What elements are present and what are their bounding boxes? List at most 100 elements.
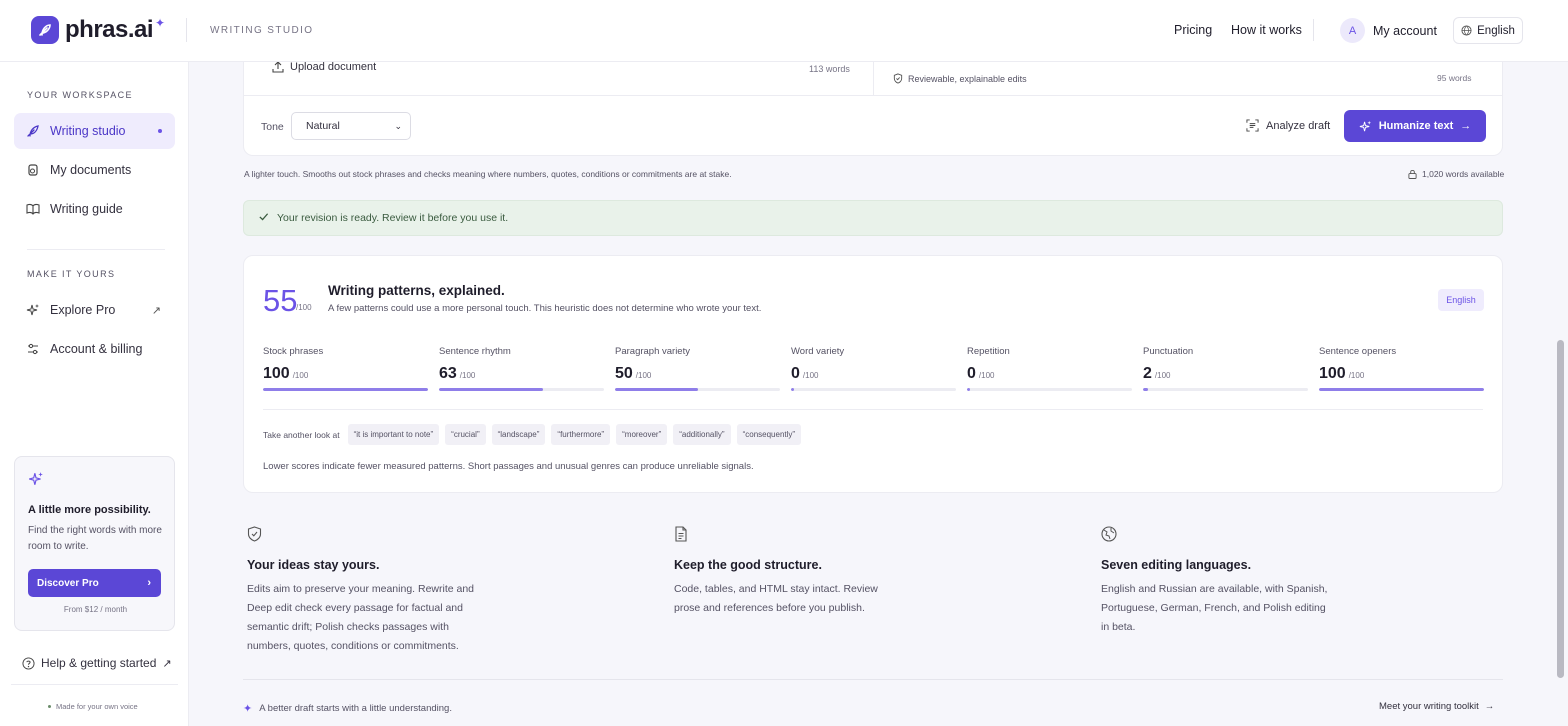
tone-select[interactable]: Natural ⌄ <box>291 112 411 140</box>
reviewable-label: Reviewable, explainable edits <box>908 73 1027 84</box>
sidebar-item-label: Account & billing <box>50 342 143 356</box>
metric-bar-fill <box>263 388 428 391</box>
sidebar-item-label: Writing studio <box>50 124 126 138</box>
phrase-chip[interactable]: “moreover” <box>616 424 668 445</box>
metric-bar <box>967 388 1132 391</box>
phrase-chip[interactable]: “landscape” <box>491 424 546 445</box>
phrase-suggestions: Take another look at “it is important to… <box>263 424 802 445</box>
documents-icon <box>26 163 40 177</box>
metric-bar-fill <box>615 388 698 391</box>
feature-languages: Seven editing languages. English and Rus… <box>1101 526 1361 637</box>
metric-bar-fill <box>439 388 543 391</box>
account-menu[interactable]: A My account <box>1340 18 1437 43</box>
metric-stock-phrases: Stock phrases 100/100 <box>263 346 428 391</box>
metric-value: 0 <box>967 365 976 382</box>
logo[interactable]: phras.ai ✦ <box>31 16 165 44</box>
phrase-chip[interactable]: “it is important to note” <box>347 424 440 445</box>
metric-name: Word variety <box>791 346 845 357</box>
metric-max: /100 <box>978 371 995 380</box>
output-word-count: 95 words <box>1437 73 1472 83</box>
sidebar-item-explore-pro[interactable]: Explore Pro ↗ <box>14 292 175 328</box>
sidebar-item-writing-guide[interactable]: Writing guide <box>14 191 175 227</box>
metric-bar <box>1319 388 1484 391</box>
language-badge: English <box>1438 289 1484 311</box>
sidebar-footer: Made for your own voice <box>48 702 138 711</box>
sidebar-divider <box>27 249 165 250</box>
metric-bar-fill <box>1143 388 1148 391</box>
sidebar-item-my-documents[interactable]: My documents <box>14 152 175 188</box>
discover-pro-button[interactable]: Discover Pro › <box>28 569 161 597</box>
section-label: WRITING STUDIO <box>210 25 314 36</box>
metric-value: 63 <box>439 365 457 382</box>
arrow-right-icon: → <box>1460 120 1472 132</box>
metric-max: /100 <box>802 371 819 380</box>
sidebar-divider <box>11 684 178 685</box>
check-icon <box>258 211 269 225</box>
globe-icon <box>1461 25 1472 36</box>
sparkle-icon: ✦ <box>243 703 253 715</box>
phrase-chip[interactable]: “additionally” <box>673 424 731 445</box>
feature-title: Keep the good structure. <box>674 558 822 572</box>
nav-how-it-works-link[interactable]: How it works <box>1231 23 1302 37</box>
tone-value: Natural <box>306 120 340 132</box>
language-selector[interactable]: English <box>1453 17 1523 44</box>
active-indicator <box>158 129 162 133</box>
metric-bar-fill <box>1319 388 1484 391</box>
account-label: My account <box>1373 23 1437 38</box>
phrase-chip[interactable]: “crucial” <box>445 424 486 445</box>
patterns-note: Lower scores indicate fewer measured pat… <box>263 461 754 472</box>
feather-icon <box>26 124 40 138</box>
writing-patterns-card: 55 /100 Writing patterns, explained. A f… <box>243 255 1503 493</box>
patterns-subtitle: A few patterns could use a more personal… <box>328 303 762 314</box>
feature-ideas: Your ideas stay yours. Edits aim to pres… <box>247 526 507 656</box>
patterns-divider <box>263 409 1483 410</box>
language-label: English <box>1477 24 1515 37</box>
sidebar-item-account-billing[interactable]: Account & billing <box>14 331 175 367</box>
overall-score: 55 <box>263 283 298 318</box>
phrase-chip[interactable]: “consequently” <box>736 424 802 445</box>
phrase-chip[interactable]: “furthermore” <box>551 424 611 445</box>
metric-value: 50 <box>615 365 633 382</box>
sliders-icon <box>26 342 40 356</box>
patterns-title: Writing patterns, explained. <box>328 283 505 298</box>
header-divider <box>186 18 187 42</box>
sparkles-icon <box>28 471 44 490</box>
sparkles-icon <box>1359 120 1371 131</box>
metric-max: /100 <box>1348 371 1365 380</box>
page-scrollbar[interactable] <box>1557 340 1564 678</box>
footer-divider <box>243 679 1503 680</box>
upload-label: Upload document <box>290 61 377 73</box>
make-it-yours-heading: MAKE IT YOURS <box>27 269 116 279</box>
input-word-count: 113 words <box>809 64 850 74</box>
tone-description: A lighter touch. Smooths out stock phras… <box>244 169 732 179</box>
external-link-icon: ↗ <box>151 304 161 317</box>
feature-body: Edits aim to preserve your meaning. Rewr… <box>247 583 475 652</box>
book-icon <box>26 202 40 216</box>
metric-name: Punctuation <box>1143 346 1194 357</box>
metric-paragraph-variety: Paragraph variety 50/100 <box>615 346 780 391</box>
metric-max: /100 <box>459 371 476 380</box>
metric-max: /100 <box>635 371 652 380</box>
analyze-draft-button[interactable]: Analyze draft <box>1246 119 1330 132</box>
analyze-label: Analyze draft <box>1266 119 1331 132</box>
upload-document-button[interactable]: Upload document <box>272 61 376 73</box>
metric-max: /100 <box>292 371 309 380</box>
humanize-text-button[interactable]: Humanize text → <box>1344 110 1486 142</box>
top-bar: phras.ai ✦ WRITING STUDIO Pricing How it… <box>0 0 1568 62</box>
words-available-label: 1,020 words available <box>1422 169 1505 179</box>
feature-body: English and Russian are available, with … <box>1101 583 1328 633</box>
sidebar-item-writing-studio[interactable]: Writing studio <box>14 113 175 149</box>
chevron-right-icon: › <box>147 577 151 589</box>
help-link[interactable]: Help & getting started ↗ <box>22 656 172 670</box>
another-look-label: Take another look at <box>263 429 340 440</box>
nav-pricing-link[interactable]: Pricing <box>1174 23 1212 37</box>
writing-toolkit-link[interactable]: Meet your writing toolkit → <box>1379 701 1494 712</box>
metric-name: Sentence rhythm <box>439 346 511 357</box>
discover-pro-label: Discover Pro <box>37 577 99 589</box>
metric-name: Repetition <box>967 346 1010 357</box>
metric-sentence-openers: Sentence openers 100/100 <box>1319 346 1484 391</box>
logo-sparkle-icon: ✦ <box>155 16 166 30</box>
metric-bar <box>1143 388 1308 391</box>
overall-score-max: /100 <box>296 303 312 312</box>
help-icon <box>22 656 35 670</box>
